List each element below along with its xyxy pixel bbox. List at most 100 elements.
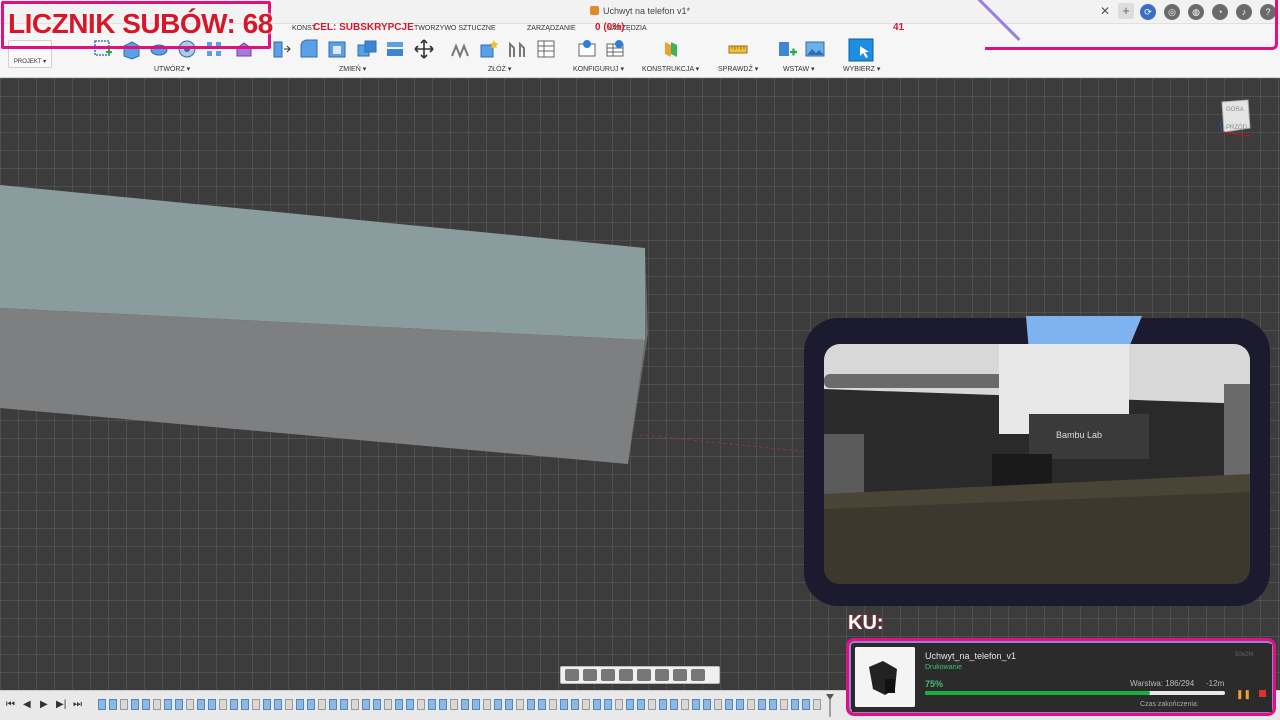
shell-icon[interactable] <box>326 38 348 60</box>
viewports-icon[interactable] <box>691 669 705 681</box>
timeline-feature-icon[interactable] <box>263 699 271 710</box>
timeline-feature-icon[interactable] <box>461 699 469 710</box>
timeline-feature-icon[interactable] <box>329 699 337 710</box>
timeline-forward-icon[interactable]: ▶| <box>56 699 66 710</box>
pause-icon[interactable]: ❚❚ <box>1236 689 1251 700</box>
stop-icon[interactable] <box>1259 690 1266 697</box>
timeline-start-icon[interactable]: ⏮ <box>6 699 15 710</box>
timeline-feature-icon[interactable] <box>747 699 755 710</box>
print-job-card[interactable] <box>852 644 1272 712</box>
timeline-feature-icon[interactable] <box>230 699 238 710</box>
timeline-feature-icon[interactable] <box>296 699 304 710</box>
select-icon[interactable] <box>848 38 874 62</box>
timeline-feature-icon[interactable] <box>505 699 513 710</box>
timeline-feature-icon[interactable] <box>538 699 546 710</box>
timeline-feature-icon[interactable] <box>417 699 425 710</box>
group-assemble[interactable]: ZŁÓŻ ▾ <box>488 65 511 73</box>
timeline-feature-icon[interactable] <box>241 699 249 710</box>
timeline-feature-icon[interactable] <box>175 699 183 710</box>
timeline-feature-icon[interactable] <box>439 699 447 710</box>
motion-link-icon[interactable] <box>535 38 557 60</box>
timeline-feature-icon[interactable] <box>670 699 678 710</box>
timeline-feature-icon[interactable] <box>637 699 645 710</box>
timeline-feature-icon[interactable] <box>626 699 634 710</box>
timeline-feature-icon[interactable] <box>131 699 139 710</box>
timeline-feature-icon[interactable] <box>362 699 370 710</box>
timeline-feature-icon[interactable] <box>648 699 656 710</box>
timeline-feature-icon[interactable] <box>340 699 348 710</box>
timeline-feature-icon[interactable] <box>714 699 722 710</box>
tab-plastic[interactable]: TWORZYWO SZTUCZNE <box>414 25 496 32</box>
press-pull-icon[interactable] <box>270 38 292 60</box>
timeline-feature-icon[interactable] <box>197 699 205 710</box>
insert-image-icon[interactable] <box>804 38 826 60</box>
group-insert[interactable]: WSTAW ▾ <box>783 65 815 73</box>
configure-table-icon[interactable] <box>604 38 626 60</box>
timeline-feature-icon[interactable] <box>285 699 293 710</box>
timeline-feature-icon[interactable] <box>109 699 117 710</box>
timeline-feature-icon[interactable] <box>274 699 282 710</box>
group-inspect[interactable]: SPRAWDŹ ▾ <box>718 65 758 73</box>
viewcube[interactable]: GÓRA PRZÓD <box>1218 96 1254 138</box>
timeline-feature-icon[interactable] <box>560 699 568 710</box>
timeline-feature-icon[interactable] <box>164 699 172 710</box>
timeline-feature-icon[interactable] <box>472 699 480 710</box>
timeline-marker-icon[interactable] <box>825 693 835 717</box>
timeline-feature-icon[interactable] <box>395 699 403 710</box>
move-icon[interactable] <box>413 38 435 60</box>
timeline-feature-icon[interactable] <box>659 699 667 710</box>
offset-plane-icon[interactable] <box>660 38 682 60</box>
timeline-feature-icon[interactable] <box>153 699 161 710</box>
timeline-feature-icon[interactable] <box>186 699 194 710</box>
timeline-feature-icon[interactable] <box>813 699 821 710</box>
group-modify[interactable]: ZMIEŃ ▾ <box>339 65 366 73</box>
replace-face-icon[interactable] <box>384 38 406 60</box>
timeline-features[interactable] <box>98 699 828 712</box>
timeline-feature-icon[interactable] <box>604 699 612 710</box>
timeline-feature-icon[interactable] <box>549 699 557 710</box>
fillet-icon[interactable] <box>298 38 320 60</box>
timeline-play-icon[interactable]: ▶ <box>40 699 48 710</box>
timeline-feature-icon[interactable] <box>450 699 458 710</box>
timeline-feature-icon[interactable] <box>142 699 150 710</box>
timeline-feature-icon[interactable] <box>769 699 777 710</box>
timeline-feature-icon[interactable] <box>527 699 535 710</box>
timeline-feature-icon[interactable] <box>406 699 414 710</box>
measure-icon[interactable] <box>727 38 749 60</box>
timeline-feature-icon[interactable] <box>428 699 436 710</box>
timeline-feature-icon[interactable] <box>758 699 766 710</box>
timeline-feature-icon[interactable] <box>307 699 315 710</box>
timeline-feature-icon[interactable] <box>373 699 381 710</box>
group-construct[interactable]: KONSTRUKCJA ▾ <box>642 65 699 73</box>
timeline-feature-icon[interactable] <box>208 699 216 710</box>
timeline-feature-icon[interactable] <box>252 699 260 710</box>
timeline-feature-icon[interactable] <box>681 699 689 710</box>
orbit-icon[interactable] <box>565 669 579 681</box>
timeline-feature-icon[interactable] <box>351 699 359 710</box>
timeline-feature-icon[interactable] <box>791 699 799 710</box>
zoom-icon[interactable] <box>619 669 633 681</box>
new-component-icon[interactable] <box>449 38 471 60</box>
display-settings-icon[interactable] <box>655 669 669 681</box>
timeline-feature-icon[interactable] <box>615 699 623 710</box>
timeline-feature-icon[interactable] <box>593 699 601 710</box>
configure-icon[interactable] <box>576 38 598 60</box>
timeline-back-icon[interactable]: ◀ <box>23 699 31 710</box>
look-at-icon[interactable] <box>583 669 597 681</box>
timeline-feature-icon[interactable] <box>98 699 106 710</box>
timeline-feature-icon[interactable] <box>384 699 392 710</box>
fit-icon[interactable] <box>637 669 651 681</box>
timeline-feature-icon[interactable] <box>725 699 733 710</box>
timeline-feature-icon[interactable] <box>736 699 744 710</box>
timeline-feature-icon[interactable] <box>703 699 711 710</box>
timeline-feature-icon[interactable] <box>780 699 788 710</box>
timeline-feature-icon[interactable] <box>802 699 810 710</box>
grid-settings-icon[interactable] <box>673 669 687 681</box>
timeline-feature-icon[interactable] <box>483 699 491 710</box>
insert-derive-icon[interactable] <box>776 38 798 60</box>
tab-manage[interactable]: ZARZĄDZANIE <box>527 25 576 32</box>
timeline-feature-icon[interactable] <box>692 699 700 710</box>
group-create[interactable]: UTWÓRZ ▾ <box>154 65 190 73</box>
pan-icon[interactable] <box>601 669 615 681</box>
timeline-feature-icon[interactable] <box>516 699 524 710</box>
